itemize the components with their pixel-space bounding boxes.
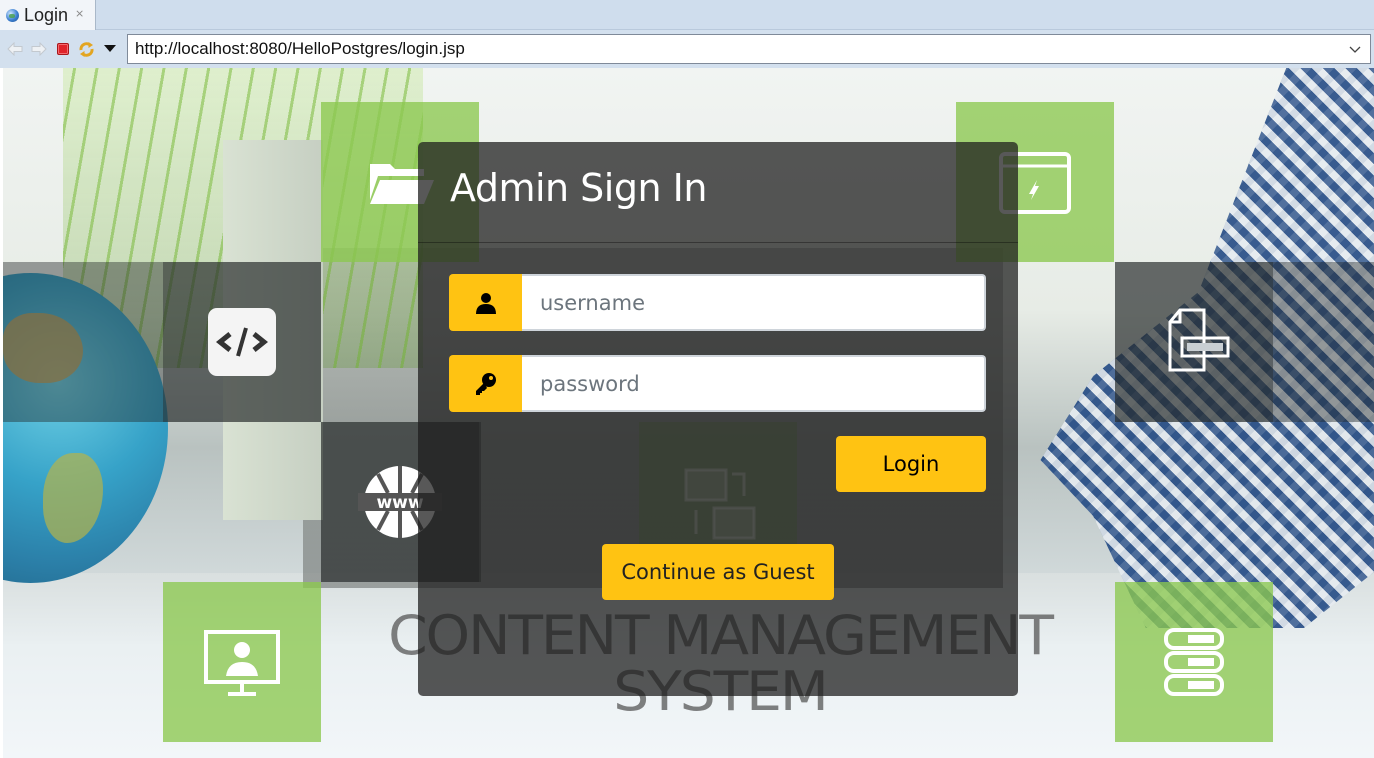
password-addon: [449, 355, 522, 412]
username-field[interactable]: [522, 274, 986, 331]
username-input-group: [449, 274, 986, 331]
code-icon: [208, 308, 276, 376]
address-bar[interactable]: [127, 34, 1371, 64]
tab-title: Login: [24, 4, 69, 25]
document-icon: [1168, 308, 1230, 372]
card-header: Admin Sign In: [418, 142, 1018, 243]
page-viewport: www CONTENT MANAGEMENT SYSTEM Admin Sign…: [3, 68, 1374, 758]
triangle-down-icon: [104, 45, 116, 52]
close-icon[interactable]: ⨯: [75, 7, 84, 20]
stop-button[interactable]: [54, 40, 72, 58]
history-menu-button[interactable]: [101, 40, 119, 58]
url-input[interactable]: [135, 39, 1325, 59]
forward-button[interactable]: [30, 40, 48, 58]
stop-icon: [57, 43, 69, 55]
globe-icon: [6, 8, 19, 22]
navigation-toolbar: [0, 30, 1374, 68]
login-card: Admin Sign In Login Continue as Guest: [418, 142, 1018, 696]
page-title: Admin Sign In: [450, 166, 707, 210]
password-field[interactable]: [522, 355, 986, 412]
refresh-icon: [78, 41, 94, 57]
user-icon: [475, 292, 496, 314]
password-input-group: [449, 355, 986, 412]
tab-bar: Login ⨯: [0, 0, 1374, 30]
browser-tab-login[interactable]: Login ⨯: [0, 0, 96, 30]
continue-as-guest-button[interactable]: Continue as Guest: [602, 544, 834, 600]
key-icon: [475, 372, 496, 395]
username-addon: [449, 274, 522, 331]
svg-text:www: www: [376, 493, 423, 513]
tile-monitor-user: [163, 582, 321, 742]
tile-code: [163, 262, 321, 422]
tile-server: [1115, 582, 1273, 742]
tile-document: [1115, 262, 1273, 422]
chevron-down-icon[interactable]: [1347, 41, 1363, 57]
arrow-left-icon: [7, 42, 23, 56]
refresh-button[interactable]: [77, 40, 95, 58]
login-button[interactable]: Login: [836, 436, 986, 492]
arrow-right-icon: [31, 42, 47, 56]
back-button[interactable]: [6, 40, 24, 58]
server-icon: [1164, 628, 1224, 696]
monitor-user-icon: [204, 630, 280, 696]
